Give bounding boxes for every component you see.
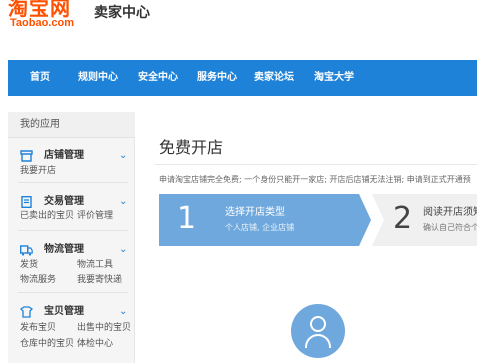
avatar-body [305, 334, 331, 348]
nav-item-rules[interactable]: 规则中心 [78, 60, 118, 96]
sidebar-group-header[interactable]: 交易管理 ⌄ [8, 194, 135, 210]
person-avatar-icon[interactable] [291, 304, 345, 358]
sidebar-group-products: 宝贝管理 ⌄ 发布宝贝 出售中的宝贝 仓库中的宝贝 体检中心 [8, 304, 135, 359]
step-2-read-notice[interactable] [372, 194, 477, 246]
sidebar-group-label: 宝贝管理 [44, 306, 84, 317]
main-content: 免费开店 申请淘宝店铺完全免费; 一个身份只能开一家店; 开店后店铺无法注销; … [143, 112, 477, 363]
sidebar-link-ship[interactable]: 发货 [20, 259, 38, 271]
store-icon [20, 150, 33, 162]
step-arrow [359, 194, 371, 246]
logistics-icon [19, 244, 33, 256]
open-store-notice: 申请淘宝店铺完全免费; 一个身份只能开一家店; 开店后店铺无法注销; 申请到正式… [159, 175, 471, 184]
sidebar-link-items-in-warehouse[interactable]: 仓库中的宝贝 [20, 338, 74, 350]
sidebar-group-header[interactable]: 店铺管理 ⌄ [8, 148, 135, 164]
sidebar-link-sold-items[interactable]: 已卖出的宝贝 [20, 210, 74, 222]
header: 淘宝网 Taobao.com 卖家中心 [0, 0, 477, 58]
step-title: 选择开店类型 [225, 207, 285, 218]
taobao-logo-domain[interactable]: Taobao.com [10, 17, 74, 29]
nav-item-security[interactable]: 安全中心 [138, 60, 178, 96]
product-icon [19, 306, 34, 318]
step-notch [372, 194, 384, 246]
sidebar: 我的应用 店铺管理 ⌄ 我要开店 交易管理 ⌄ 已卖出的宝贝 评价管理 物流管理… [8, 112, 135, 363]
step-number: 2 [393, 201, 413, 236]
nav-item-forum[interactable]: 卖家论坛 [254, 60, 294, 96]
nav-item-home[interactable]: 首页 [30, 60, 50, 96]
sidebar-link-logistics-tools[interactable]: 物流工具 [77, 259, 113, 271]
sidebar-group-store: 店铺管理 ⌄ 我要开店 [8, 148, 135, 178]
step-subtitle: 个人店铺, 企业店铺 [225, 223, 295, 232]
sidebar-link-reviews[interactable]: 评价管理 [77, 210, 113, 222]
sidebar-group-logistics: 物流管理 ⌄ 发货 物流工具 物流服务 我要寄快递 [8, 242, 135, 287]
sidebar-link-send-express[interactable]: 我要寄快递 [77, 274, 122, 286]
sidebar-group-trade: 交易管理 ⌄ 已卖出的宝贝 评价管理 [8, 194, 135, 224]
sidebar-group-label: 物流管理 [44, 244, 84, 255]
divider [155, 164, 477, 165]
sidebar-link-items-on-sale[interactable]: 出售中的宝贝 [77, 322, 131, 334]
top-nav: 首页 规则中心 安全中心 服务中心 卖家论坛 淘宝大学 [8, 60, 477, 96]
page-title: 免费开店 [159, 138, 224, 157]
chevron-down-icon[interactable]: ⌄ [119, 149, 127, 163]
divider [18, 182, 128, 183]
nav-item-university[interactable]: 淘宝大学 [314, 60, 354, 96]
sidebar-link-publish-item[interactable]: 发布宝贝 [20, 322, 56, 334]
sidebar-group-label: 店铺管理 [44, 150, 84, 161]
step-title: 阅读开店须知 [423, 207, 477, 218]
chevron-down-icon[interactable]: ⌄ [119, 243, 127, 257]
chevron-down-icon[interactable]: ⌄ [119, 195, 127, 209]
sidebar-link-open-store[interactable]: 我要开店 [20, 165, 56, 177]
chevron-down-icon[interactable]: ⌄ [119, 305, 127, 319]
avatar-head [310, 316, 326, 332]
sidebar-link-logistics-service[interactable]: 物流服务 [20, 274, 56, 286]
sidebar-group-label: 交易管理 [44, 196, 84, 207]
nav-item-service[interactable]: 服务中心 [197, 60, 237, 96]
step-number: 1 [177, 201, 197, 236]
sidebar-title: 我的应用 [8, 112, 135, 138]
sidebar-link-health-check[interactable]: 体检中心 [77, 338, 113, 350]
trade-icon [20, 195, 33, 209]
sidebar-group-header[interactable]: 物流管理 ⌄ [8, 242, 135, 258]
header-title: 卖家中心 [94, 5, 150, 21]
sidebar-group-header[interactable]: 宝贝管理 ⌄ [8, 304, 135, 320]
divider [18, 292, 128, 293]
divider [18, 230, 128, 231]
step-subtitle: 确认自己符合个 [423, 223, 477, 232]
